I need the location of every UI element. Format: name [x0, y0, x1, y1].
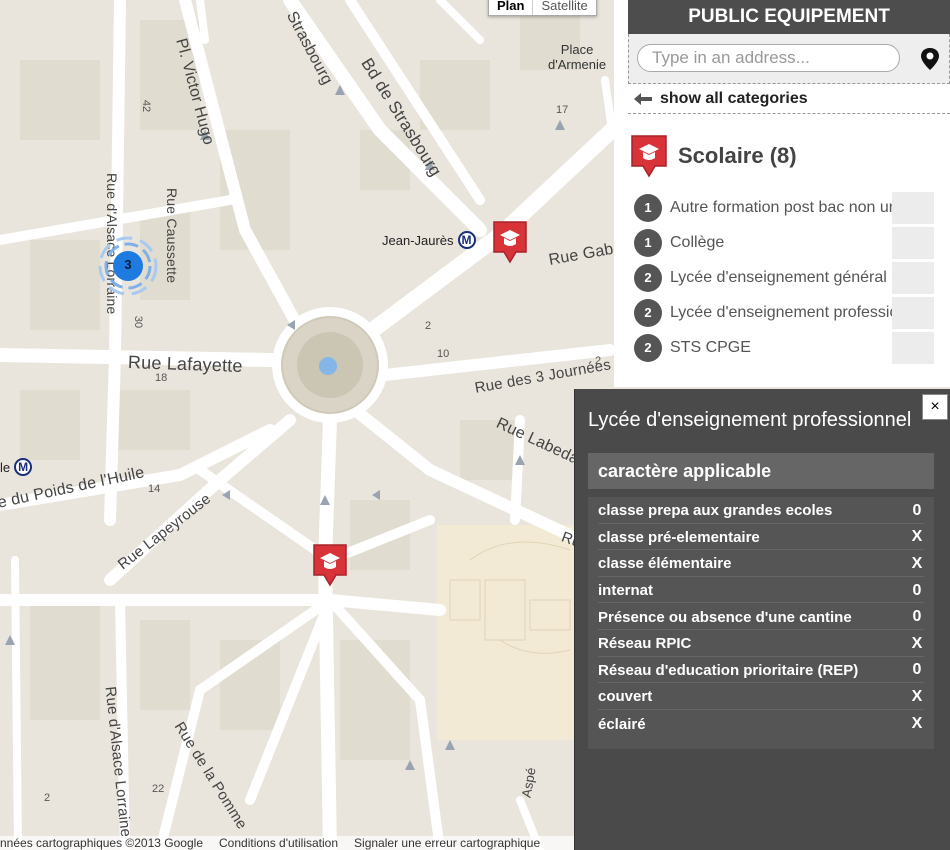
subcategory-toggle[interactable] — [892, 192, 934, 224]
subcategory-count-badge: 1 — [634, 193, 662, 222]
report-error-link[interactable]: Signaler une erreur cartographique — [354, 836, 540, 850]
attribute-value: X — [911, 715, 923, 733]
attribute-value: 0 — [912, 581, 922, 599]
close-button[interactable]: × — [922, 394, 948, 420]
street-number: 2 — [425, 320, 432, 332]
street-number: 10 — [437, 348, 450, 360]
location-pin-icon[interactable] — [919, 47, 941, 71]
street-number: 14 — [148, 483, 161, 495]
attribute-label: Présence ou absence d'une cantine — [598, 608, 852, 626]
attribute-value: 0 — [912, 661, 922, 679]
address-search-input[interactable] — [637, 44, 900, 72]
attribute-row: classe pré-elementaire X — [598, 524, 924, 551]
attribute-value: 0 — [912, 501, 922, 519]
attribute-value: 0 — [912, 608, 922, 626]
attribute-label: Réseau d'education prioritaire (REP) — [598, 661, 859, 679]
attribute-value: X — [911, 554, 923, 572]
attribute-row: classe élémentaire X — [598, 550, 924, 577]
attribute-value: X — [911, 687, 923, 705]
street-number: 18 — [155, 372, 168, 384]
subcategory-count-badge: 2 — [634, 333, 662, 362]
street-label-lafayette: Rue Lafayette — [127, 352, 243, 376]
subcategory-item[interactable]: 2 Lycée d'enseignement profession... — [634, 295, 950, 330]
subcategory-toggle[interactable] — [892, 227, 934, 259]
attribute-label: éclairé — [598, 715, 646, 733]
subcategory-item[interactable]: 1 Collège — [634, 225, 950, 260]
map-type-control: Plan Satellite — [488, 0, 597, 16]
detail-popup: Lycée d'enseignement professionnel × car… — [574, 389, 950, 850]
subcategory-count-badge: 2 — [634, 298, 662, 327]
category-title: Scolaire (8) — [678, 143, 797, 168]
graduation-cap-icon — [631, 135, 667, 178]
cluster-count: 3 — [124, 257, 132, 272]
map-attribution: nnées cartographiques ©2013 Google Condi… — [0, 836, 600, 850]
map-type-satellite-button[interactable]: Satellite — [533, 0, 595, 15]
subcategory-item[interactable]: 2 STS CPGE — [634, 330, 950, 365]
metro-station-label: Jean-Jaurès — [382, 232, 454, 248]
metro-icon: M — [457, 231, 476, 249]
street-number: 30 — [132, 315, 145, 329]
place-armenie-label: Place d'Armenie — [548, 42, 607, 72]
attribute-table: classe prepa aux grandes ecoles 0 classe… — [588, 497, 934, 749]
street-number: 2 — [595, 355, 602, 367]
attribute-row: Présence ou absence d'une cantine 0 — [598, 603, 924, 630]
attribute-label: internat — [598, 582, 654, 600]
subcategory-toggle[interactable] — [892, 262, 934, 294]
attribute-row: éclairé X — [598, 710, 924, 737]
metro-left[interactable]: le M — [0, 458, 33, 476]
attribute-row: internat 0 — [598, 577, 924, 604]
terms-link[interactable]: Conditions d'utilisation — [219, 836, 338, 850]
metro-jean-jaures[interactable]: Jean-Jaurès M — [382, 231, 476, 249]
street-number: 17 — [556, 104, 569, 116]
attribute-label: classe pré-elementaire — [598, 528, 760, 546]
graduation-cap-icon — [313, 544, 347, 587]
subcategory-item[interactable]: 2 Lycée d'enseignement général et/... — [634, 260, 950, 295]
subcategory-toggle[interactable] — [892, 297, 934, 329]
subcategory-count-badge: 2 — [634, 263, 662, 292]
subcategory-toggle[interactable] — [892, 332, 934, 364]
attribute-value: X — [911, 634, 923, 652]
cluster-marker[interactable]: 3 — [98, 236, 158, 296]
attribute-row: Réseau d'education prioritaire (REP) 0 — [598, 657, 924, 684]
detail-title: Lycée d'enseignement professionnel — [588, 409, 912, 431]
school-pin-marker[interactable] — [492, 220, 528, 264]
street-number: 42 — [140, 99, 153, 113]
school-pin-marker[interactable] — [312, 543, 348, 587]
address-search-bar — [628, 34, 950, 84]
panel-title: PUBLIC EQUIPEMENT — [628, 0, 950, 34]
street-number: 2 — [44, 792, 51, 804]
attribute-row: Réseau RPIC X — [598, 630, 924, 657]
subcategory-item[interactable]: 1 Autre formation post bac non univ... — [634, 190, 950, 225]
map-copyright: nnées cartographiques ©2013 Google — [0, 836, 203, 850]
attribute-value: X — [911, 528, 923, 546]
attribute-row: couvert X — [598, 683, 924, 710]
subcategory-list: 1 Autre formation post bac non univ... 1… — [634, 190, 950, 365]
attribute-row: classe prepa aux grandes ecoles 0 — [598, 497, 924, 524]
arrow-left-icon — [634, 92, 652, 105]
metro-icon: M — [14, 458, 33, 476]
map-type-plan-button[interactable]: Plan — [489, 0, 534, 15]
graduation-cap-icon — [493, 221, 527, 264]
attribute-label: couvert — [598, 688, 653, 706]
detail-section-header: caractère applicable — [588, 453, 934, 489]
equipment-panel: PUBLIC EQUIPEMENT show all categories Sc… — [614, 0, 950, 387]
show-all-label: show all categories — [660, 89, 808, 107]
attribute-label: classe élémentaire — [598, 555, 732, 573]
metro-station-label: le — [0, 459, 11, 475]
attribute-label: classe prepa aux grandes ecoles — [598, 502, 833, 520]
street-number: 22 — [152, 783, 165, 795]
subcategory-count-badge: 1 — [634, 228, 662, 257]
category-header: Scolaire (8) — [628, 134, 950, 178]
street-label-caussette: Rue Caussette — [164, 188, 180, 284]
show-all-categories-link[interactable]: show all categories — [628, 84, 950, 114]
attribute-label: Réseau RPIC — [598, 635, 692, 653]
